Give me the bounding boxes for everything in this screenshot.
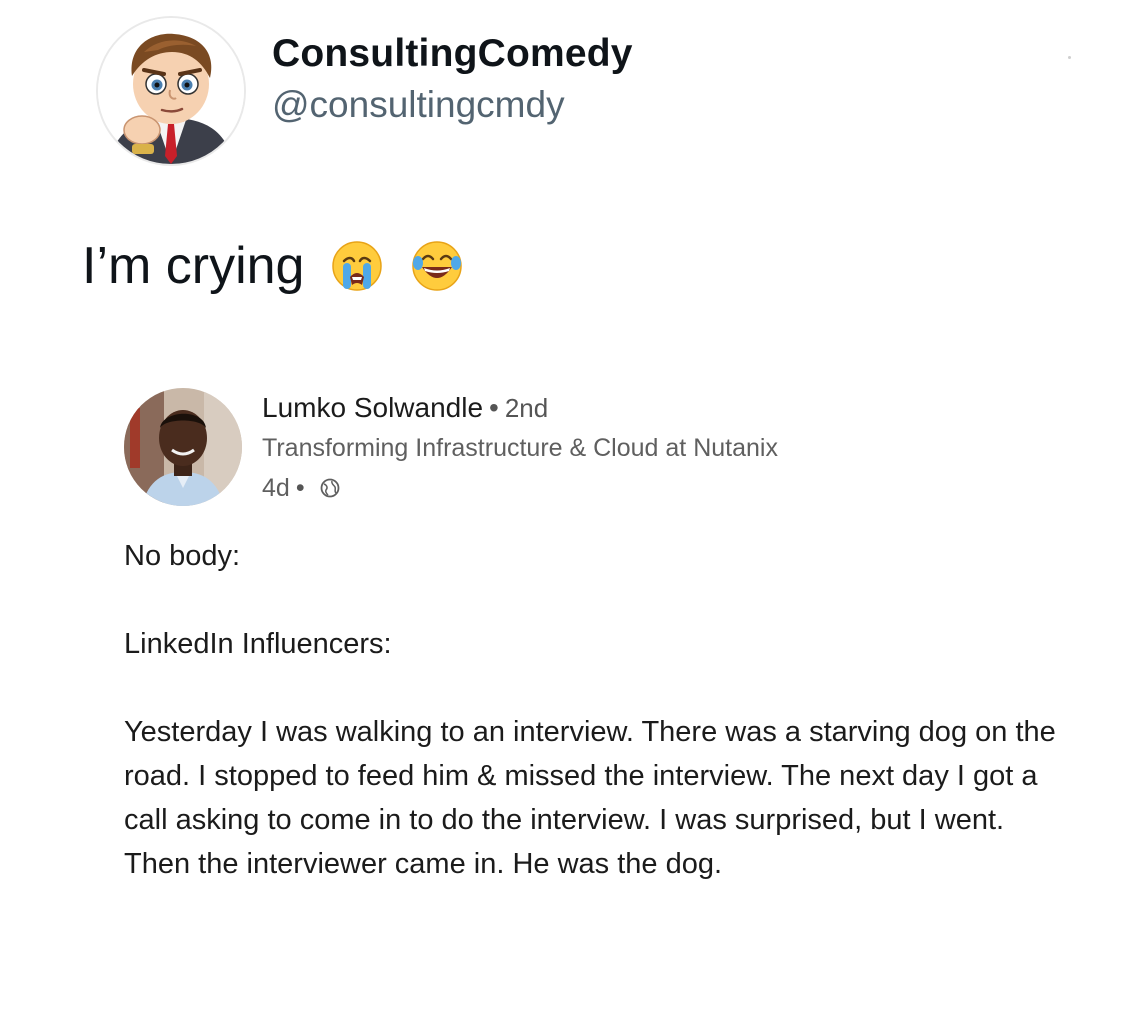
tweet-header: ConsultingComedy @consultingcmdy — [96, 16, 633, 166]
profile-photo-icon — [124, 388, 242, 506]
tweet-body: I’m crying — [82, 237, 305, 295]
avatar[interactable] — [96, 16, 246, 166]
display-name[interactable]: ConsultingComedy — [272, 30, 633, 78]
decorative-dot — [1068, 56, 1071, 59]
globe-icon — [319, 477, 341, 499]
post-line-influencers: LinkedIn Influencers: — [124, 628, 392, 660]
cartoon-avatar-icon — [98, 18, 244, 164]
face-with-tears-of-joy-icon — [410, 239, 464, 293]
author-row: Lumko Solwandle • 2nd — [262, 388, 778, 428]
separator: • — [489, 392, 499, 423]
tweet-text: I’m crying — [82, 234, 464, 298]
avatar[interactable] — [124, 388, 242, 506]
linkedin-post-header: Lumko Solwandle • 2nd Transforming Infrast… — [124, 388, 778, 508]
post-time-row: 4d • — [262, 468, 778, 508]
post-story: Yesterday I was walking to an interview.… — [124, 716, 1056, 880]
post-line-nobody: No body: — [124, 540, 241, 572]
post-time: 4d — [262, 474, 290, 502]
user-handle[interactable]: @consultingcmdy — [272, 82, 633, 128]
separator: • — [295, 474, 305, 502]
tweet-author: ConsultingComedy @consultingcmdy — [272, 30, 633, 128]
author-name[interactable]: Lumko Solwandle — [262, 392, 483, 423]
author-headline: Transforming Infrastructure & Cloud at N… — [262, 434, 778, 462]
loudly-crying-face-icon — [330, 239, 384, 293]
linkedin-post-body: No body: LinkedIn Influencers: Yesterday… — [124, 534, 1064, 886]
connection-degree: 2nd — [504, 393, 549, 423]
linkedin-author-meta: Lumko Solwandle • 2nd Transforming Infrast… — [262, 388, 778, 508]
